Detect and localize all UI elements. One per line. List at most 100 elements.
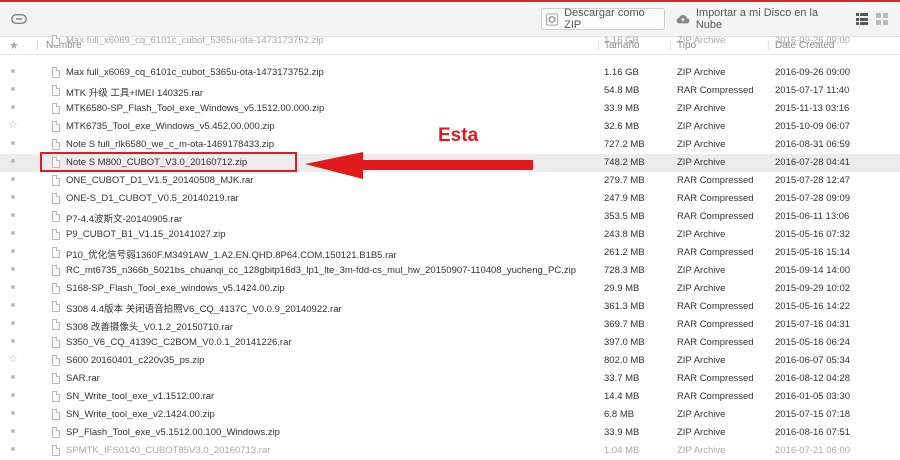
- file-icon: [52, 35, 60, 46]
- highlight-box: [40, 152, 297, 172]
- file-date: 2015-07-28 12:47: [775, 175, 851, 186]
- file-date: 2016-08-31 06:59: [775, 139, 851, 150]
- file-size: 353.5 MB: [604, 211, 645, 222]
- file-date: 2015-07-15 07:18: [775, 409, 851, 420]
- file-icon: [52, 139, 60, 150]
- file-name: SN_Write_tool_exe_v2.1424.00.zip: [66, 409, 215, 420]
- file-row[interactable]: Max full_x6069_cq_6101c_cubot_5365u-ota-…: [0, 64, 900, 82]
- file-date: 2015-09-14 14:00: [775, 265, 851, 276]
- file-type: ZIP Archive: [677, 409, 726, 420]
- file-name: S308 改善摄像头_V0.1.2_20150710.rar: [66, 322, 233, 333]
- file-row[interactable]: MTK6580-SP_Flash_Tool_exe_Windows_v5.151…: [0, 100, 900, 118]
- file-row[interactable]: S600 20160401_c220v35_ps.zip 802.0 MB ZI…: [0, 352, 900, 370]
- file-icon: [52, 247, 60, 258]
- file-name: SAR.rar: [66, 373, 100, 384]
- file-size: 54.8 MB: [604, 85, 640, 96]
- star-dot-icon[interactable]: [11, 303, 15, 307]
- file-date: 2015-05-16 15:14: [775, 247, 851, 258]
- star-dot-icon[interactable]: [11, 87, 15, 91]
- file-name: P9_CUBOT_B1_V1.15_20141027.zip: [66, 229, 226, 240]
- star-dot-icon[interactable]: [11, 69, 15, 73]
- file-row[interactable]: S308 改善摄像头_V0.1.2_20150710.rar 369.7 MB …: [0, 316, 900, 334]
- file-row[interactable]: Max full_x6069_cq_6101c_cubot_5365u-ota-…: [0, 32, 900, 50]
- file-size: 728.3 MB: [604, 265, 645, 276]
- red-arrow-annotation: [305, 152, 533, 179]
- file-icon: [52, 337, 60, 348]
- file-icon: [52, 283, 60, 294]
- file-size: 397.0 MB: [604, 337, 645, 348]
- star-outline-icon[interactable]: [8, 354, 18, 364]
- file-size: 727.2 MB: [604, 139, 645, 150]
- file-name: P7-4.4波斯文-20140905.rar: [66, 214, 183, 225]
- file-type: ZIP Archive: [677, 445, 726, 456]
- star-dot-icon[interactable]: [11, 375, 15, 379]
- file-type: RAR Compressed: [677, 391, 754, 402]
- file-size: 748.2 MB: [604, 157, 645, 168]
- file-row[interactable]: SN_Write_tool_exe_v2.1424.00.zip 6.8 MB …: [0, 406, 900, 424]
- star-dot-icon[interactable]: [11, 447, 15, 451]
- download-zip-button[interactable]: Descargar como ZIP: [541, 7, 665, 31]
- file-type: RAR Compressed: [677, 319, 754, 330]
- file-name: S350_V6_CQ_4139C_C2BOM_V0.0.1_20141226.r…: [66, 337, 292, 348]
- file-row[interactable]: SP_Flash_Tool_exe_v5.1512.00.100_Windows…: [0, 424, 900, 442]
- file-type: ZIP Archive: [677, 427, 726, 438]
- file-type: ZIP Archive: [677, 157, 726, 168]
- file-type: ZIP Archive: [677, 229, 726, 240]
- star-dot-icon[interactable]: [11, 321, 15, 325]
- file-name: RC_mt6735_n366b_5021bs_chuanqi_cc_128gbi…: [66, 265, 577, 276]
- file-row[interactable]: SN_Write_tool_exe_v1.1512.00.rar 14.4 MB…: [0, 388, 900, 406]
- star-dot-icon[interactable]: [11, 393, 15, 397]
- file-type: RAR Compressed: [677, 247, 754, 258]
- file-icon: [52, 373, 60, 384]
- file-row[interactable]: MTK 升级 工具+IMEI 140325.rar 54.8 MB RAR Co…: [0, 82, 900, 100]
- file-size: 29.9 MB: [604, 283, 640, 294]
- file-size: 33.7 MB: [604, 373, 640, 384]
- star-dot-icon[interactable]: [11, 159, 15, 163]
- download-zip-label: Descargar como ZIP: [564, 7, 645, 31]
- file-row[interactable]: RC_mt6735_n366b_5021bs_chuanqi_cc_128gbi…: [0, 262, 900, 280]
- star-dot-icon[interactable]: [11, 141, 15, 145]
- list-view-icon[interactable]: [856, 13, 868, 25]
- file-icon: [52, 67, 60, 78]
- import-cloud-button[interactable]: Importar a mi Disco en la Nube: [671, 7, 834, 31]
- file-date: 2015-11-13 03:16: [775, 103, 850, 114]
- file-date: 2015-10-09 06:07: [775, 121, 851, 132]
- file-row[interactable]: SAR.rar 33.7 MB RAR Compressed 2016-08-1…: [0, 370, 900, 388]
- star-dot-icon[interactable]: [11, 195, 15, 199]
- star-dot-icon[interactable]: [11, 105, 15, 109]
- star-dot-icon[interactable]: [11, 213, 15, 217]
- link-icon[interactable]: [11, 14, 27, 24]
- star-dot-icon[interactable]: [11, 285, 15, 289]
- file-size: 32.6 MB: [604, 121, 640, 132]
- star-dot-icon[interactable]: [11, 267, 15, 271]
- file-type: RAR Compressed: [677, 337, 754, 348]
- file-row[interactable]: SPMTK_IFS0140_CUBOT85V3.0_20160713.rar 1…: [0, 442, 900, 460]
- file-name: Max full_x6069_cq_6101c_cubot_5365u-ota-…: [66, 67, 324, 78]
- file-name: S308 4.4版本 关闭语音拍照V6_CQ_4137C_V0.0.9_2014…: [66, 304, 342, 315]
- cloud-upload-icon: [676, 15, 690, 24]
- star-dot-icon[interactable]: [11, 177, 15, 181]
- file-row[interactable]: P9_CUBOT_B1_V1.15_20141027.zip 243.8 MB …: [0, 226, 900, 244]
- star-dot-icon[interactable]: [11, 231, 15, 235]
- file-date: 2015-05-16 07:32: [775, 229, 851, 240]
- file-icon: [52, 121, 60, 132]
- file-row[interactable]: P10_优化信号弱1360F.M3491AW_1.A2.EN.QHD.8P64.…: [0, 244, 900, 262]
- file-row[interactable]: S308 4.4版本 关闭语音拍照V6_CQ_4137C_V0.0.9_2014…: [0, 298, 900, 316]
- file-size: 279.7 MB: [604, 175, 645, 186]
- file-row[interactable]: ONE-S_D1_CUBOT_V0.5_20140219.rar 247.9 M…: [0, 190, 900, 208]
- file-date: 2015-05-16 06:24: [775, 337, 851, 348]
- star-dot-icon[interactable]: [11, 249, 15, 253]
- file-row[interactable]: S350_V6_CQ_4139C_C2BOM_V0.0.1_20141226.r…: [0, 334, 900, 352]
- file-type: ZIP Archive: [677, 139, 726, 150]
- star-dot-icon[interactable]: [11, 411, 15, 415]
- file-row[interactable]: P7-4.4波斯文-20140905.rar 353.5 MB RAR Comp…: [0, 208, 900, 226]
- star-dot-icon[interactable]: [11, 339, 15, 343]
- file-size: 361.3 MB: [604, 301, 645, 312]
- grid-view-icon[interactable]: [876, 13, 888, 25]
- annotation-label: Esta: [438, 125, 479, 146]
- file-icon: [52, 103, 60, 114]
- star-dot-icon[interactable]: [11, 429, 15, 433]
- file-row[interactable]: S168-SP_Flash_Tool_exe_windows_v5.1424.0…: [0, 280, 900, 298]
- star-outline-icon[interactable]: [8, 120, 18, 130]
- file-icon: [52, 409, 60, 420]
